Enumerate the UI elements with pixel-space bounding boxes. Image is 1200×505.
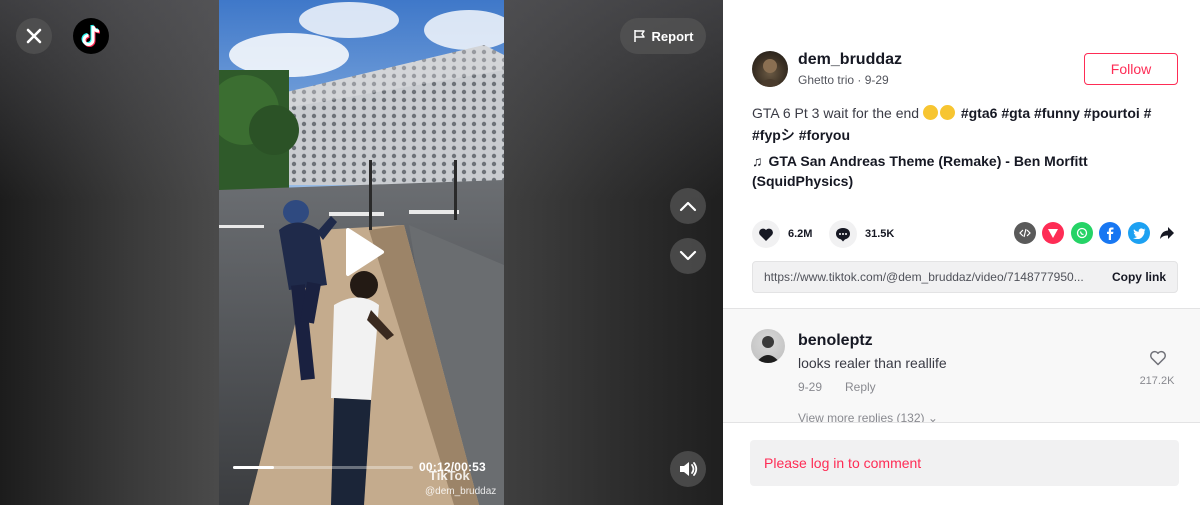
send-icon: [1048, 229, 1058, 238]
video-stage: 00:12/00:53 TikTok @dem_bruddaz Report: [0, 0, 723, 505]
video-link-url[interactable]: https://www.tiktok.com/@dem_bruddaz/vide…: [764, 270, 1094, 284]
comment-list[interactable]: benoleptz looks realer than reallife 9-2…: [723, 309, 1200, 422]
music-link[interactable]: ♫ GTA San Andreas Theme (Remake) - Ben Mo…: [752, 151, 1152, 191]
heart-icon: [759, 228, 773, 241]
view-more-replies-button[interactable]: View more replies (132) ⌄: [798, 411, 938, 422]
close-button[interactable]: [16, 18, 52, 54]
caption-text: GTA 6 Pt 3 wait for the end: [752, 105, 920, 121]
commenter-username[interactable]: benoleptz: [798, 332, 873, 350]
commenter-avatar[interactable]: [751, 329, 785, 363]
comment-date: 9-29: [798, 380, 823, 394]
hashtag-link[interactable]: #gta: [1001, 105, 1030, 121]
view-more-replies-label: View more replies (132): [798, 411, 925, 422]
comment-stat[interactable]: 31.5K: [829, 220, 894, 248]
video-player[interactable]: 00:12/00:53 TikTok @dem_bruddaz: [219, 0, 504, 505]
video-caption: GTA 6 Pt 3 wait for the end #gta6 #gta #…: [752, 102, 1172, 146]
watermark-logo: TikTok: [429, 468, 470, 483]
whatsapp-icon: [1076, 227, 1088, 239]
share-arrow-icon: [1160, 227, 1174, 239]
hashtag-link[interactable]: #pourtoi: [1084, 105, 1140, 121]
author-avatar[interactable]: [752, 51, 788, 87]
login-prompt[interactable]: Please log in to comment: [764, 455, 921, 471]
rofl-emoji-icon: [922, 105, 938, 120]
play-icon[interactable]: [342, 226, 386, 278]
comment-like-icon[interactable]: [1149, 350, 1167, 366]
tiktok-logo-button[interactable]: [73, 18, 109, 54]
hashtag-link[interactable]: #fypシ: [752, 127, 795, 143]
watermark-username: @dem_bruddaz: [425, 486, 497, 497]
reply-button[interactable]: Reply: [845, 380, 876, 394]
volume-icon: [680, 462, 698, 476]
chevron-down-icon: ⌄: [927, 411, 938, 422]
follow-button[interactable]: Follow: [1084, 53, 1178, 85]
details-panel: dem_bruddaz Ghetto trio · 9-29 Follow GT…: [723, 0, 1200, 505]
progress-bar[interactable]: [233, 466, 413, 469]
report-button[interactable]: Report: [620, 18, 706, 54]
commenter-avatar-image: [756, 336, 780, 363]
next-video-button[interactable]: [670, 238, 706, 274]
report-label: Report: [651, 28, 694, 44]
embed-icon: [1019, 228, 1031, 238]
post-date: 9-29: [864, 73, 889, 87]
copy-link-button[interactable]: Copy link: [1099, 262, 1179, 292]
like-count: 6.2M: [788, 228, 813, 240]
whatsapp-button[interactable]: [1071, 222, 1093, 244]
previous-video-button[interactable]: [670, 188, 706, 224]
video-link-box: https://www.tiktok.com/@dem_bruddaz/vide…: [752, 261, 1178, 293]
volume-button[interactable]: [670, 451, 706, 487]
flag-icon: [633, 30, 645, 42]
crying-emoji-icon: [939, 105, 955, 120]
twitter-button[interactable]: [1128, 222, 1150, 244]
author-username[interactable]: dem_bruddaz: [798, 51, 902, 69]
hashtag-link[interactable]: #foryou: [799, 127, 850, 143]
chevron-down-icon: [679, 250, 697, 261]
avatar-image: [758, 59, 782, 87]
hashtag-link[interactable]: #gta6: [961, 105, 998, 121]
more-share-button[interactable]: [1156, 222, 1178, 244]
facebook-button[interactable]: [1099, 222, 1121, 244]
comment-login-bar: Please log in to comment: [723, 422, 1200, 505]
comment-button[interactable]: [829, 220, 857, 248]
tiktok-logo-icon: [81, 24, 101, 47]
comment-count: 31.5K: [865, 228, 895, 240]
hashtag-link[interactable]: #: [1144, 105, 1152, 121]
comment-like-count: 217.2K: [1139, 375, 1175, 387]
twitter-icon: [1132, 227, 1145, 239]
like-button[interactable]: [752, 220, 780, 248]
close-icon: [26, 28, 42, 44]
comment-bubble-icon: [836, 227, 850, 241]
chevron-up-icon: [679, 201, 697, 212]
embed-button[interactable]: [1014, 222, 1036, 244]
facebook-icon: [1107, 227, 1114, 240]
author-nickname: Ghetto trio: [798, 73, 855, 87]
music-title: GTA San Andreas Theme (Remake) - Ben Mor…: [752, 153, 1088, 189]
send-button[interactable]: [1042, 222, 1064, 244]
hashtag-link[interactable]: #funny: [1034, 105, 1080, 121]
meta-separator: ·: [854, 73, 865, 87]
like-stat[interactable]: 6.2M: [752, 220, 812, 248]
login-to-comment-box[interactable]: Please log in to comment: [750, 440, 1179, 486]
comment-text: looks realer than reallife: [798, 355, 947, 371]
author-meta: Ghetto trio · 9-29: [798, 73, 889, 87]
music-note-icon: ♫: [752, 153, 763, 169]
progress-fill: [233, 466, 275, 469]
